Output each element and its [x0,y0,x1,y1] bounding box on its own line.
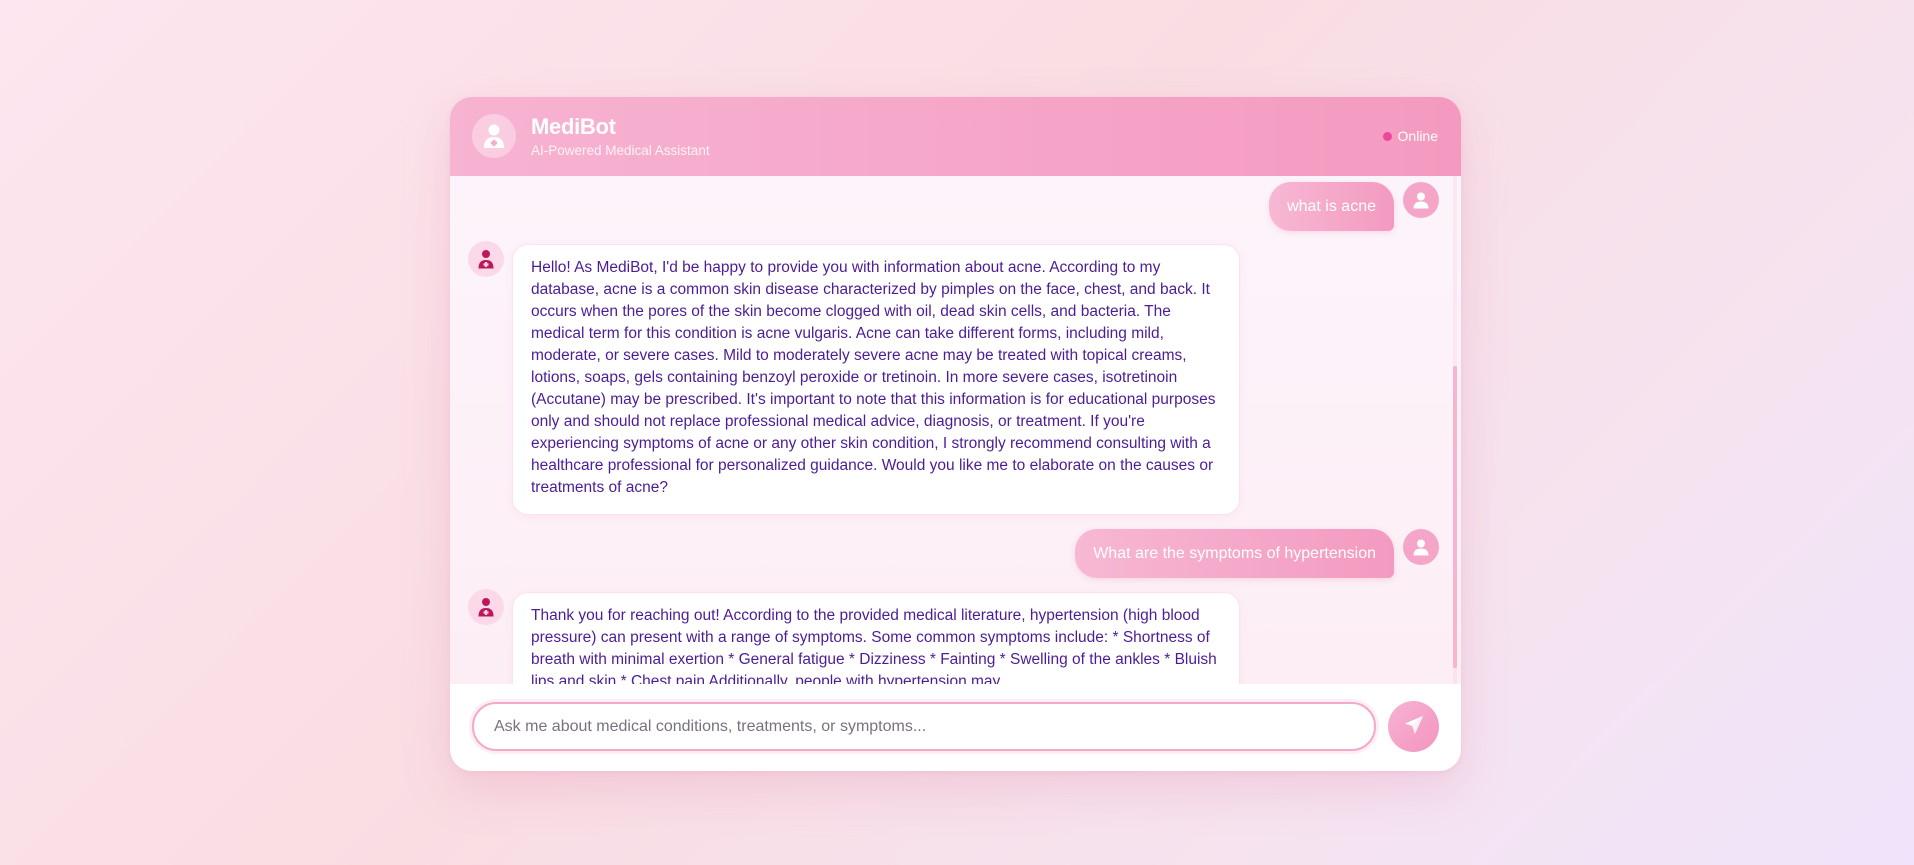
status-indicator: Online [1382,128,1438,144]
bot-message: Thank you for reaching out! According to… [512,592,1240,684]
message-input[interactable] [472,702,1376,751]
app-title: MediBot [531,114,616,139]
doctor-icon [472,114,516,158]
composer [450,684,1461,771]
message-list[interactable]: what is acne Hello! As MediBot, I'd be h… [450,176,1461,684]
chat-header: MediBot AI-Powered Medical Assistant Onl… [450,97,1461,176]
user-icon [1403,529,1439,565]
scrollbar-thumb[interactable] [1453,366,1457,668]
chat-window: MediBot AI-Powered Medical Assistant Onl… [450,97,1461,771]
bot-message: Hello! As MediBot, I'd be happy to provi… [512,244,1240,515]
doctor-icon [468,589,504,625]
send-button[interactable] [1388,701,1439,752]
paper-plane-icon [1403,714,1425,739]
status-dot-icon [1382,131,1392,141]
status-label: Online [1397,128,1438,144]
doctor-icon [468,241,504,277]
user-icon [1403,182,1439,218]
app-subtitle: AI-Powered Medical Assistant [531,143,710,158]
user-message: what is acne [1269,182,1394,231]
user-message: What are the symptoms of hypertension [1075,529,1394,578]
